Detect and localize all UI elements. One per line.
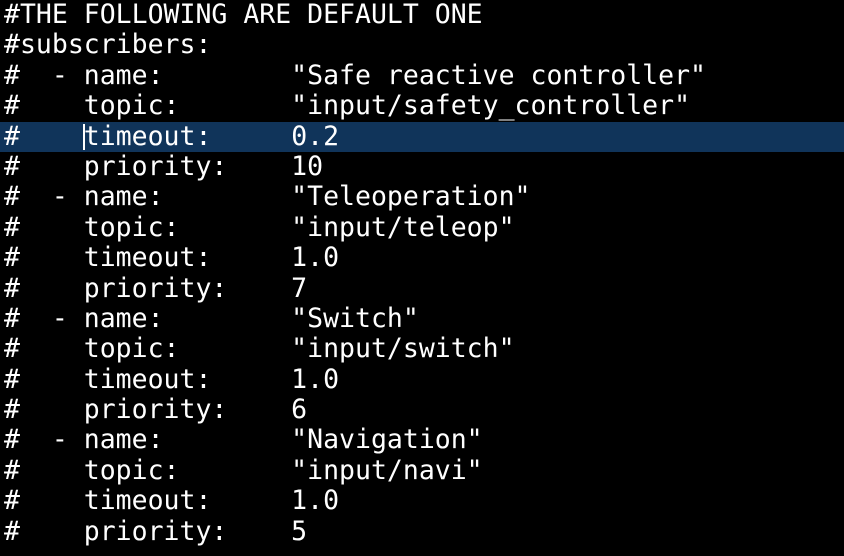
terminal-editor[interactable]: #THE FOLLOWING ARE DEFAULT ONE #subscribe… [0,0,844,556]
editor-line[interactable]: # priority: 6 [0,394,844,426]
line-text: # priority: 5 [4,515,308,547]
editor-line[interactable]: # timeout: 1.0 [0,486,844,516]
line-text: # priority: 10 [4,150,324,182]
editor-line[interactable]: # priority: 10 [0,150,844,182]
editor-line[interactable]: # - name: "Switch" [0,302,844,334]
editor-line[interactable]: #subscribers: [0,30,844,60]
editor-line[interactable]: # - name: "Navigation" [0,425,844,455]
line-text: # timeout: 1.0 [4,242,340,274]
editor-line[interactable]: # topic: "input/navi" [0,454,844,486]
editor-line[interactable]: # timeout: 1.0 [0,363,844,395]
line-text: # priority: 6 [4,394,308,426]
editor-line[interactable]: # timeout: 1.0 [0,242,844,274]
line-text: # topic: "input/switch" [4,333,515,365]
editor-line[interactable]: # topic: "input/safety_controller" [0,90,844,122]
current-line[interactable]: # timeout: 0.2 [0,120,844,152]
line-text-before-cursor: # [4,120,84,152]
line-text: # timeout: 1.0 [4,485,340,517]
editor-line[interactable]: # - name: "Safe reactive controller" [0,59,844,91]
editor-line[interactable]: # topic: "input/switch" [0,334,844,364]
line-text: #THE FOLLOWING ARE DEFAULT ONE [4,0,483,30]
editor-line[interactable]: # topic: "input/teleop" [0,211,844,243]
line-text: # - name: "Switch" [4,302,419,334]
line-text: # - name: "Safe reactive controller" [4,59,706,91]
line-text-after-cursor: timeout: 0.2 [83,120,340,152]
editor-line[interactable]: #THE FOLLOWING ARE DEFAULT ONE [0,0,844,30]
line-text: # topic: "input/safety_controller" [4,90,691,122]
editor-line[interactable]: # priority: 7 [0,272,844,304]
line-text: # - name: "Teleoperation" [4,181,531,213]
line-text: # timeout: 1.0 [4,363,340,395]
line-text: # - name: "Navigation" [4,424,483,456]
line-text: #subscribers: [4,29,212,61]
editor-line[interactable]: # priority: 5 [0,515,844,547]
line-text: # topic: "input/navi" [4,454,483,486]
editor-line[interactable]: # - name: "Teleoperation" [0,182,844,212]
editor-text-area[interactable]: #THE FOLLOWING ARE DEFAULT ONE #subscribe… [0,0,844,547]
line-text: # priority: 7 [4,272,308,304]
line-text: # topic: "input/teleop" [4,211,515,243]
